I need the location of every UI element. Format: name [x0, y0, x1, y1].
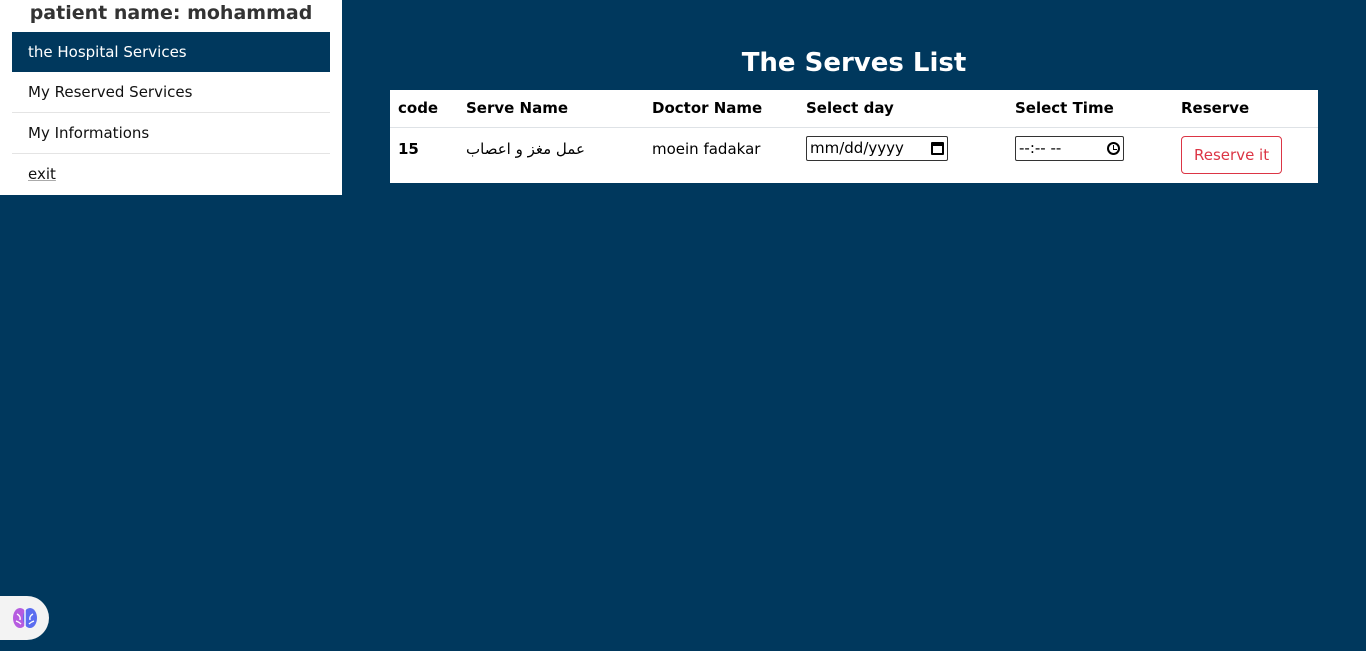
page-title: The Serves List	[741, 48, 967, 78]
column-header-select-time: Select Time	[1007, 90, 1173, 128]
column-header-reserve: Reserve	[1173, 90, 1318, 128]
column-header-code: code	[390, 90, 458, 128]
date-input[interactable]: mm/dd/yyyy	[806, 135, 948, 161]
sidebar-item-informations[interactable]: My Informations	[12, 113, 330, 154]
patient-name: patient name: mohammad	[29, 2, 313, 24]
time-input-placeholder: --:-- --	[1019, 139, 1062, 157]
time-input[interactable]: --:-- --	[1015, 135, 1124, 161]
sidebar-item-reserved-services[interactable]: My Reserved Services	[12, 72, 330, 113]
sidebar-nav: the Hospital Services My Reserved Servic…	[0, 32, 342, 195]
cell-select-day: mm/dd/yyyy	[798, 127, 1007, 183]
cell-select-time: --:-- --	[1007, 127, 1173, 183]
table-header-row: code Serve Name Doctor Name Select day S…	[390, 90, 1318, 128]
column-header-doctor-name: Doctor Name	[644, 90, 798, 128]
table-row: 15 عمل مغز و اعصاب moein fadakar mm/dd/y…	[390, 127, 1318, 183]
column-header-select-day: Select day	[798, 90, 1007, 128]
sidebar-item-exit[interactable]: exit	[12, 154, 330, 195]
cell-reserve: Reserve it	[1173, 127, 1318, 183]
exit-link-label[interactable]: exit	[28, 165, 56, 183]
assistant-fab[interactable]	[0, 596, 49, 640]
cell-code: 15	[398, 139, 419, 158]
sidebar: patient name: mohammad the Hospital Serv…	[0, 0, 342, 195]
reserve-button[interactable]: Reserve it	[1181, 135, 1283, 174]
calendar-icon[interactable]	[931, 141, 944, 155]
cell-doctor-name: moein fadakar	[652, 139, 761, 158]
services-table: code Serve Name Doctor Name Select day S…	[390, 90, 1318, 183]
cell-serve-name: عمل مغز و اعصاب	[466, 139, 585, 158]
services-table-container: code Serve Name Doctor Name Select day S…	[390, 90, 1318, 183]
brain-icon	[12, 608, 37, 628]
date-input-placeholder: mm/dd/yyyy	[810, 139, 904, 157]
sidebar-item-hospital-services[interactable]: the Hospital Services	[12, 32, 330, 72]
column-header-serve-name: Serve Name	[458, 90, 644, 128]
clock-icon[interactable]	[1107, 141, 1120, 155]
